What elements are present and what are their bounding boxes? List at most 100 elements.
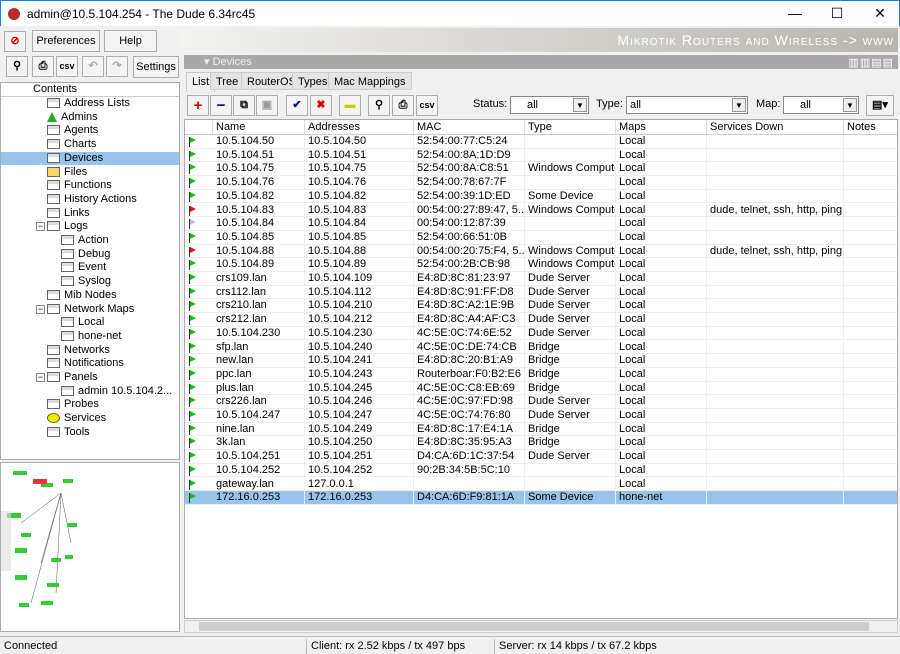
tree-item-functions[interactable]: Functions (1, 179, 179, 193)
column-header-name[interactable]: Name (213, 120, 305, 135)
tree-item-label: Debug (78, 247, 111, 260)
close-button[interactable]: ✕ (871, 5, 889, 22)
add-icon[interactable]: + (187, 95, 209, 116)
table-row[interactable]: crs226.lan 10.5.104.246 4C:5E:0C:97:FD:98 D… (185, 395, 897, 409)
tree-item-history-actions[interactable]: History Actions (1, 193, 179, 207)
tree-item-label: admin 10.5.104.2... (78, 384, 173, 397)
copy-icon[interactable]: ⧉ (233, 95, 255, 116)
tree-item-address-lists[interactable]: Address Lists (1, 97, 179, 111)
table-row[interactable]: crs109.lan 10.5.104.109 E4:8D:8C:81:23:97 D… (185, 272, 897, 286)
status-filter-select[interactable]: all ▼ (510, 96, 589, 114)
tree-item-files[interactable]: Files (1, 166, 179, 180)
column-header-services-down[interactable]: Services Down (707, 120, 844, 135)
table-row[interactable]: 10.5.104.76 10.5.104.76 52:54:00:78:67:7F L… (185, 176, 897, 190)
map-preview[interactable] (0, 462, 180, 632)
table-row[interactable]: 10.5.104.75 10.5.104.75 52:54:00:8A:C8:51 W… (185, 162, 897, 177)
tree-item-network-maps[interactable]: − Network Maps (1, 303, 179, 317)
collapse-icon[interactable]: − (36, 304, 45, 314)
contents-header[interactable]: Contents (1, 83, 179, 97)
horizontal-scrollbar[interactable] (184, 620, 898, 633)
table-row[interactable]: sfp.lan 10.5.104.240 4C:5E:0C:DE:74:CB Brid… (185, 340, 897, 355)
column-header-maps[interactable]: Maps (616, 120, 707, 135)
csv-icon[interactable]: csv (416, 95, 438, 116)
table-row[interactable]: nine.lan 10.5.104.249 E4:8D:8C:17:E4:1A Bri… (185, 422, 897, 437)
table-row[interactable]: 10.5.104.50 10.5.104.50 52:54:00:77:C5:24 L… (185, 135, 897, 149)
column-header-mac[interactable]: MAC (414, 120, 525, 135)
collapse-icon[interactable]: − (36, 222, 45, 232)
table-row[interactable]: crs210.lan 10.5.104.210 E4:8D:8C:A2:1E:9B D… (185, 299, 897, 314)
table-row[interactable]: plus.lan 10.5.104.245 4C:5E:0C:C8:EB:69 Bri… (185, 381, 897, 396)
table-row[interactable]: 10.5.104.51 10.5.104.51 52:54:00:8A:1D:D9 L… (185, 148, 897, 163)
tab-tree[interactable]: Tree (210, 72, 245, 90)
tree-item-logs[interactable]: − Logs (1, 220, 179, 234)
tree-item-networks[interactable]: Networks (1, 344, 179, 358)
settings-button[interactable]: Settings (133, 56, 179, 78)
tree-item-label: Agents (64, 124, 99, 137)
table-row[interactable]: 10.5.104.89 10.5.104.89 52:54:00:2B:CB:98 W… (185, 258, 897, 272)
column-header-type[interactable]: Type (525, 120, 616, 135)
table-row[interactable]: ppc.lan 10.5.104.243 Routerboar:F0:B2:E6 Br… (185, 367, 897, 382)
maximize-button[interactable]: ☐ (828, 5, 846, 22)
find-icon[interactable]: ⚲ (368, 95, 390, 116)
csv-icon[interactable]: csv (56, 56, 78, 77)
tree-item-event[interactable]: Event (1, 261, 179, 275)
table-row[interactable]: 10.5.104.85 10.5.104.85 52:54:00:66:51:0B L… (185, 230, 897, 245)
table-row[interactable]: new.lan 10.5.104.241 E4:8D:8C:20:B1:A9 Brid… (185, 354, 897, 368)
help-button[interactable]: Help (104, 30, 157, 52)
tree-item-panels[interactable]: − Panels (1, 371, 179, 385)
tree-item-hone-net[interactable]: hone-net (1, 330, 179, 344)
find-icon[interactable]: ⚲ (6, 56, 28, 77)
disconnect-icon[interactable]: ⊘ (4, 31, 26, 52)
table-row[interactable]: 10.5.104.230 10.5.104.230 4C:5E:0C:74:6E:5… (185, 326, 897, 341)
print-icon[interactable]: ⎙ (32, 56, 54, 77)
columns-menu-icon[interactable]: ▤▾ (866, 95, 894, 116)
tree-item-admin-10-5-104-2-[interactable]: admin 10.5.104.2... (1, 385, 179, 399)
comment-icon[interactable]: ▬ (339, 95, 361, 116)
tree-item-devices[interactable]: Devices (1, 151, 179, 166)
tree-item-probes[interactable]: Probes (1, 398, 179, 412)
print-icon[interactable]: ⎙ (392, 95, 414, 116)
tree-item-charts[interactable]: Charts (1, 138, 179, 152)
tree-item-notifications[interactable]: Notifications (1, 357, 179, 371)
disable-icon[interactable]: ✖ (310, 95, 332, 116)
table-row[interactable]: 172.16.0.253 172.16.0.253 D4:CA:6D:F9:81:1… (185, 491, 897, 505)
type-filter-select[interactable]: all ▼ (626, 96, 748, 114)
table-row[interactable]: 10.5.104.88 10.5.104.88 00:54:00:20:75:F4,… (185, 244, 897, 259)
redo-icon[interactable]: ↷ (106, 56, 128, 77)
undo-icon[interactable]: ↶ (82, 56, 104, 77)
table-row[interactable]: crs212.lan 10.5.104.212 E4:8D:8C:A4:AF:C3 D… (185, 313, 897, 327)
tree-item-tools[interactable]: Tools (1, 426, 179, 440)
tree-item-action[interactable]: Action (1, 234, 179, 248)
table-row[interactable]: 10.5.104.83 10.5.104.83 00:54:00:27:89:47,… (185, 203, 897, 218)
tree-item-debug[interactable]: Debug (1, 248, 179, 262)
table-row[interactable]: 10.5.104.82 10.5.104.82 52:54:00:39:1D:ED S… (185, 189, 897, 204)
column-header-status[interactable] (185, 120, 213, 135)
table-row[interactable]: 10.5.104.251 10.5.104.251 D4:CA:6D:1C:37:5… (185, 450, 897, 464)
preferences-button[interactable]: Preferences (32, 30, 100, 52)
layout-icons[interactable]: ▥▥▤▤ (848, 56, 894, 70)
tree-item-mib-nodes[interactable]: Mib Nodes (1, 289, 179, 303)
tree-item-links[interactable]: Links (1, 207, 179, 221)
column-header-addresses[interactable]: Addresses (305, 120, 414, 135)
enable-icon[interactable]: ✔ (286, 95, 308, 116)
table-row[interactable]: 10.5.104.247 10.5.104.247 4C:5E:0C:74:76:8… (185, 409, 897, 423)
table-row[interactable]: 3k.lan 10.5.104.250 E4:8D:8C:35:95:A3 Bridg… (185, 436, 897, 451)
table-row[interactable]: gateway.lan 127.0.0.1 Local (185, 477, 897, 492)
tree-item-admins[interactable]: Admins (1, 111, 179, 125)
table-row[interactable]: 10.5.104.84 10.5.104.84 00:54:00:12:87:39 L… (185, 217, 897, 231)
minimize-button[interactable]: — (786, 5, 804, 21)
table-row[interactable]: 10.5.104.252 10.5.104.252 90:2B:34:5B:5C:1… (185, 463, 897, 478)
scrollbar-thumb[interactable] (199, 622, 869, 631)
collapse-icon[interactable]: − (36, 373, 45, 382)
tree-item-local[interactable]: Local (1, 316, 179, 330)
map-filter-select[interactable]: all ▼ (783, 96, 859, 114)
table-row[interactable]: crs112.lan 10.5.104.112 E4:8D:8C:91:FF:D8 D… (185, 285, 897, 300)
tab-mac-mappings[interactable]: Mac Mappings (328, 72, 412, 90)
paste-icon[interactable]: ▣ (256, 95, 278, 116)
tree-item-agents[interactable]: Agents (1, 124, 179, 138)
remove-icon[interactable]: − (210, 95, 232, 116)
cell-name: 10.5.104.89 (213, 258, 305, 271)
column-header-notes[interactable]: Notes (844, 120, 897, 135)
tree-item-services[interactable]: Services (1, 412, 179, 426)
tree-item-syslog[interactable]: Syslog (1, 275, 179, 289)
